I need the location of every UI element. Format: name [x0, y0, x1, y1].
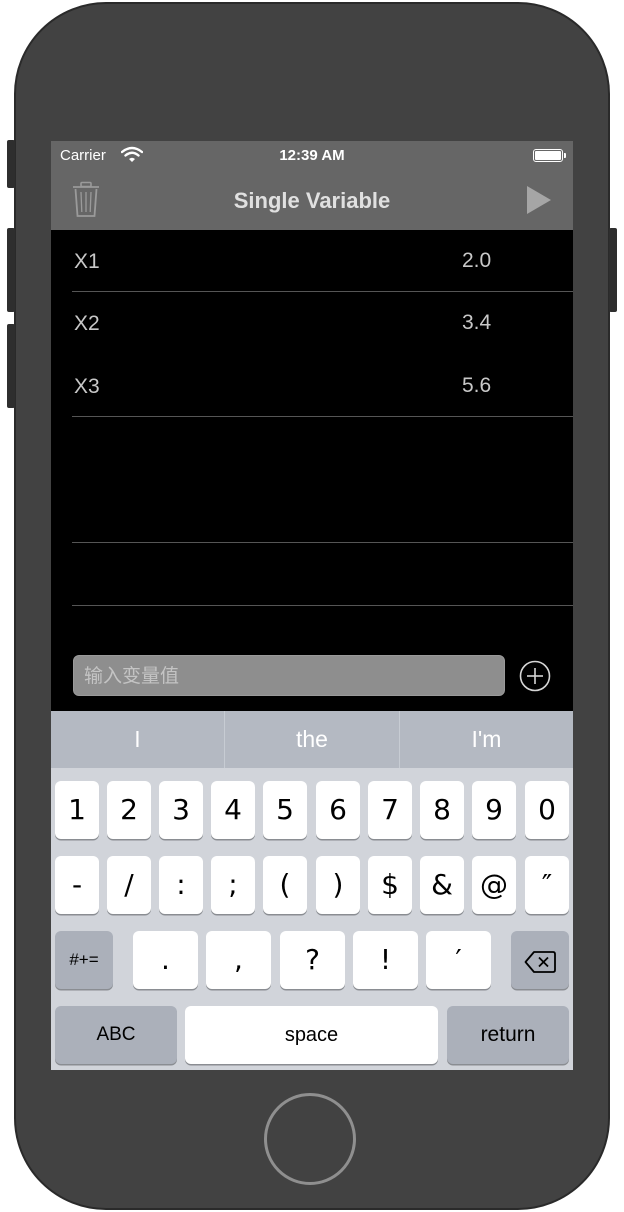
key[interactable]: ″ — [525, 856, 569, 914]
suggestion-item[interactable]: the — [225, 711, 399, 768]
key[interactable]: , — [206, 931, 271, 989]
key[interactable]: & — [420, 856, 464, 914]
navigation-bar: Single Variable — [51, 171, 573, 230]
suggestion-bar: I the I'm — [51, 711, 573, 768]
battery-icon — [533, 149, 566, 162]
suggestion-item[interactable]: I'm — [400, 711, 573, 768]
key[interactable]: ( — [263, 856, 307, 914]
key[interactable]: 6 — [316, 781, 360, 839]
page-title: Single Variable — [233, 188, 391, 213]
key[interactable]: 7 — [368, 781, 412, 839]
key[interactable]: $ — [368, 856, 412, 914]
key[interactable]: ; — [211, 856, 255, 914]
variable-name: X2 — [74, 312, 100, 335]
variable-row[interactable]: X1 2.0 — [72, 230, 573, 292]
key[interactable]: @ — [472, 856, 516, 914]
key[interactable]: 3 — [159, 781, 203, 839]
key[interactable]: 9 — [472, 781, 516, 839]
key[interactable]: 2 — [107, 781, 151, 839]
variable-row[interactable]: X3 5.6 — [72, 355, 573, 417]
variable-value: 5.6 — [462, 374, 492, 397]
volume-up-button — [7, 228, 15, 312]
row-divider — [72, 542, 573, 543]
key[interactable]: ) — [316, 856, 360, 914]
key[interactable]: - — [55, 856, 99, 914]
plus-circle-icon[interactable] — [519, 660, 551, 692]
status-bar: Carrier 12:39 AM — [51, 141, 573, 171]
power-button — [609, 228, 617, 312]
return-key[interactable]: return — [447, 1006, 569, 1064]
home-button[interactable] — [264, 1093, 356, 1185]
row-divider — [72, 605, 573, 606]
volume-down-button — [7, 324, 15, 408]
keyboard: I the I'm 1 2 3 4 5 6 7 8 9 0 - / : ; ( … — [51, 711, 573, 1070]
key[interactable]: ! — [353, 931, 418, 989]
suggestion-item[interactable]: I — [51, 711, 224, 768]
variable-value-input[interactable] — [73, 655, 505, 696]
variable-name: X1 — [74, 250, 100, 273]
screen: Carrier 12:39 AM Single Variable X1 2.0 … — [51, 141, 573, 1070]
variable-name: X3 — [74, 375, 100, 398]
space-key[interactable]: space — [185, 1006, 438, 1064]
key[interactable]: 8 — [420, 781, 464, 839]
mute-switch — [7, 140, 15, 188]
key[interactable]: 4 — [211, 781, 255, 839]
delete-key[interactable] — [511, 931, 569, 989]
variable-row[interactable]: X2 3.4 — [72, 292, 573, 354]
play-icon[interactable] — [525, 185, 553, 215]
key[interactable]: . — [133, 931, 198, 989]
key[interactable]: ′ — [426, 931, 491, 989]
key[interactable]: 5 — [263, 781, 307, 839]
variable-value: 3.4 — [462, 311, 492, 334]
key[interactable]: : — [159, 856, 203, 914]
key[interactable]: 1 — [55, 781, 99, 839]
variable-value: 2.0 — [462, 249, 492, 272]
key[interactable]: ? — [280, 931, 345, 989]
backspace-icon — [524, 948, 556, 981]
abc-key[interactable]: ABC — [55, 1006, 177, 1064]
key[interactable]: / — [107, 856, 151, 914]
more-symbols-key[interactable]: #+= — [55, 931, 113, 989]
status-time: 12:39 AM — [279, 147, 345, 164]
key[interactable]: 0 — [525, 781, 569, 839]
